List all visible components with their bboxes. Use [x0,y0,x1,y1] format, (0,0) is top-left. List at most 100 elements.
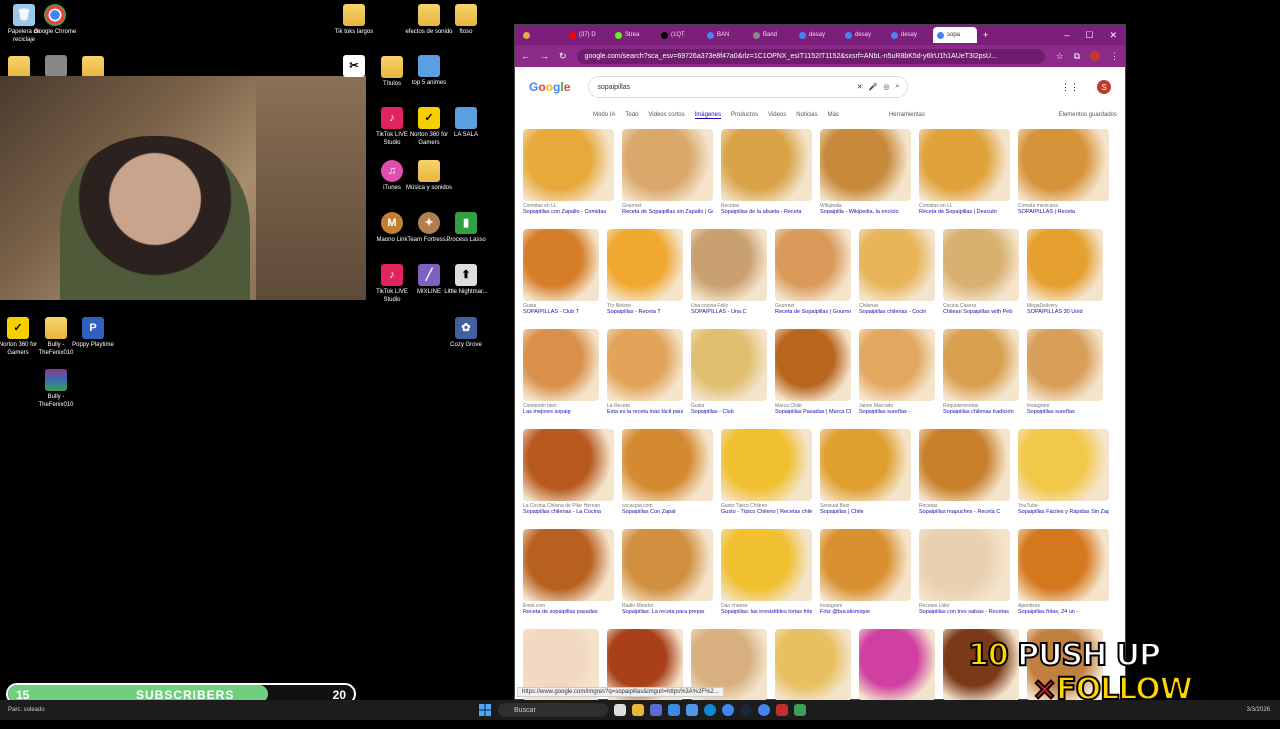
image-caption[interactable]: Sopaipillas - Club [691,409,767,415]
filter-all[interactable]: Todo [625,112,638,118]
filter-images[interactable]: Imágenes [694,112,721,119]
image-thumbnail[interactable] [691,329,767,401]
image-result[interactable]: Emol.com Receta de sopaipillas pasadas [523,529,614,621]
image-caption[interactable]: Sopaipillas Pasadas | Marca Chile [775,409,851,415]
back-icon[interactable]: ← [521,51,530,61]
image-caption[interactable]: Sopaipillas de la abuela - Receta [721,209,812,215]
windows-start-icon[interactable] [478,703,492,717]
reload-icon[interactable]: ↻ [559,51,567,62]
image-caption[interactable]: Sopaipillas Con Zapal [622,509,713,515]
folder-icon[interactable]: Música y sonidos [405,160,453,192]
tab-4[interactable]: BAN [703,27,747,43]
file-explorer-icon[interactable] [632,704,644,716]
poppy-icon[interactable]: P Poppy Playtime [69,317,117,349]
image-thumbnail[interactable] [775,229,851,301]
image-result[interactable]: La Receta Esta es la receta más fácil par… [607,329,683,421]
image-result[interactable]: Gusto Tipico Chileno Gusto - Típico Chile… [721,429,812,521]
image-caption[interactable]: Las mejores sopaip [523,409,599,415]
image-thumbnail[interactable] [919,129,1010,201]
image-caption[interactable]: Sopaipillas chilenas - La Cocina [523,509,614,515]
image-result[interactable]: Instagram Fritz @bucalismique [820,529,911,621]
image-result[interactable]: Radio Mirador Sopaipillas: La receta para… [622,529,713,621]
clear-icon[interactable]: ✕ [857,83,863,91]
image-thumbnail[interactable] [820,429,911,501]
avatar[interactable]: S [1097,80,1111,94]
tab-9-active[interactable]: sopa [933,27,977,43]
image-result[interactable]: Recetas Sopaipillas mapuches - Receta C [919,429,1010,521]
image-result[interactable]: Marca Chile Sopaipillas Pasadas | Marca C… [775,329,851,421]
image-caption[interactable]: SOPAIPILLAS 30 Unid [1027,309,1103,315]
image-thumbnail[interactable] [607,229,683,301]
tab-3[interactable]: (1QT [657,27,701,43]
image-thumbnail[interactable] [1018,429,1109,501]
image-caption[interactable]: Sopaipillas sureñas [1027,409,1103,415]
image-thumbnail[interactable] [523,129,614,201]
close-icon[interactable]: ✕ [1109,30,1117,41]
tab-2[interactable]: Strea [611,27,655,43]
document-icon[interactable]: ⬆ Little Nightmar... [442,264,490,296]
image-result[interactable]: Requeterecetas Sopaipillas chilenas tradi… [943,329,1019,421]
image-caption[interactable]: SOPAIPILLAS - Una C [691,309,767,315]
image-thumbnail[interactable] [721,429,812,501]
image-caption[interactable]: Sopaipillas sureñas - [859,409,935,415]
image-thumbnail[interactable] [523,229,599,301]
image-caption[interactable]: Sopaipillas chilenas tradición [943,409,1019,415]
image-thumbnail[interactable] [943,329,1019,401]
image-result[interactable]: Comiendo bien Las mejores sopaip [523,329,599,421]
image-thumbnail[interactable] [820,529,911,601]
forward-icon[interactable]: → [540,51,549,61]
profile-icon[interactable] [1090,51,1100,61]
tools-button[interactable]: Herramientas [889,112,925,118]
image-thumbnail[interactable] [919,529,1010,601]
image-caption[interactable]: Sopaipillas: La receta para prepar [622,609,713,615]
lens-icon[interactable]: ◎ [883,83,889,91]
taskbar-clock[interactable]: 3/3/2026 [1247,707,1270,713]
weather-widget[interactable]: Parc. soleado [8,707,45,713]
extensions-icon[interactable]: ⧉ [1074,51,1080,62]
image-thumbnail[interactable] [943,229,1019,301]
image-thumbnail[interactable] [1027,329,1103,401]
image-result[interactable]: Jaime Marcado Sopaipillas sureñas - [859,329,935,421]
image-result[interactable]: Chilenas Sopaipillas chilenas - Cocin [859,229,935,321]
tab-8[interactable]: desay [887,27,931,43]
image-result[interactable]: Gusta Sopaipillas - Club [691,329,767,421]
image-caption[interactable]: Sopaipillas: las irresistibles tortas fr… [721,609,812,615]
image-caption[interactable]: Fritz @bucalismique [820,609,911,615]
image-caption[interactable]: Receta de sopaipillas pasadas [523,609,614,615]
image-thumbnail[interactable] [622,529,713,601]
image-result[interactable]: Sensual Baio Sopaipillas | Chile [820,429,911,521]
image-caption[interactable]: Sopaipillas chilenas - Cocin [859,309,935,315]
filter-news[interactable]: Noticias [796,112,817,118]
image-result[interactable]: Comida mexicana SOPAIPILLAS | Receta [1018,129,1109,221]
image-result[interactable]: Gusta SOPAIPILLAS - Club T [523,229,599,321]
image-thumbnail[interactable] [775,329,851,401]
filter-products[interactable]: Productos [731,112,758,118]
image-caption[interactable]: Esta es la receta más fácil para hacer [607,409,683,415]
image-thumbnail[interactable] [523,329,599,401]
minimize-icon[interactable]: – [1064,30,1069,41]
chrome-taskbar-icon-2[interactable] [758,704,770,716]
image-thumbnail[interactable] [607,329,683,401]
filter-short-videos[interactable]: Videos cortos [648,112,684,118]
image-result[interactable]: Recetas Lider Sopaipillas con tres salsas… [919,529,1010,621]
image-thumbnail[interactable] [622,429,713,501]
new-tab-icon[interactable]: + [983,30,988,40]
tab-0[interactable] [519,27,563,43]
image-result[interactable]: La Cocina Chilena de Pilar Hernan Sopaipi… [523,429,614,521]
image-thumbnail[interactable] [691,229,767,301]
image-caption[interactable]: Gusto - Típico Chileno | Recetas chilena… [721,509,812,515]
image-caption[interactable]: SOPAIPILLAS | Receta [1018,209,1109,215]
task-view-icon[interactable] [614,704,626,716]
search-icon[interactable]: ⌕ [895,83,899,91]
filter-more[interactable]: Más [828,112,839,118]
image-result[interactable]: Comidas en LL Sopaipillas con Zapallo - C… [523,129,614,221]
image-thumbnail[interactable] [919,429,1010,501]
taskbar-search-input[interactable]: Buscar [498,703,608,717]
edge-icon[interactable] [704,704,716,716]
image-caption[interactable]: Receta de Sopaipillas sin Zapallo | Gour [622,209,713,215]
filter-videos[interactable]: Videos [768,112,786,118]
image-result[interactable]: Comidas en LL Receta de Sopaipillas | Des… [919,129,1010,221]
image-result[interactable]: Cocina Casera Chilean Sopaipillas with Pe… [943,229,1019,321]
image-result[interactable]: Gourmet Receta de Sopaipillas | Gourmet [775,229,851,321]
tab-1[interactable]: (37) D [565,27,609,43]
